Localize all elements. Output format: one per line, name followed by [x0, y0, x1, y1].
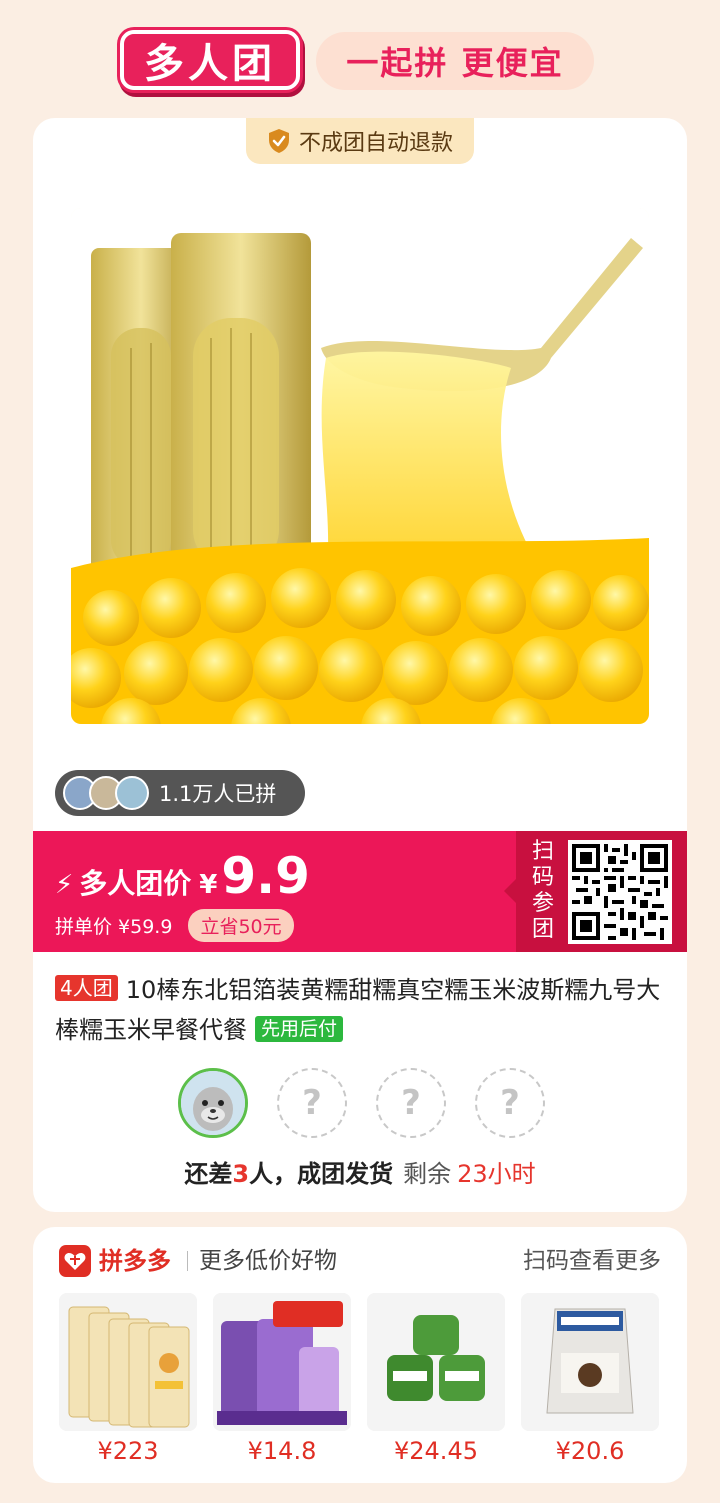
member-avatar [178, 1068, 248, 1138]
group-size-tag: 4人团 [55, 975, 118, 1001]
joined-count: 1.1万人已拼 [159, 782, 277, 806]
goods-price: ¥223 [97, 1437, 159, 1465]
group-price-value: 9.9 [221, 847, 310, 905]
corn-illustration [71, 208, 649, 724]
shield-check-icon [268, 129, 289, 153]
multi-group-logo: 多人团 [120, 30, 300, 90]
scan-notch [504, 879, 516, 903]
single-price-row: 拼单价 ¥59.9 立省50元 [55, 909, 294, 942]
header: 多人团 一起拼 更便宜 [0, 0, 720, 118]
empty-slot: ? [475, 1068, 545, 1138]
seal-avatar-icon [181, 1071, 245, 1135]
remaining-members-count: 3 [232, 1160, 250, 1188]
scan-to-join-label: 扫码参团 [531, 839, 554, 942]
empty-slot: ? [277, 1068, 347, 1138]
empty-slot: ? [376, 1068, 446, 1138]
refund-badge: 不成团自动退款 [246, 118, 474, 164]
goods-item[interactable]: ¥20.6 [521, 1293, 659, 1465]
divider [187, 1251, 188, 1271]
qr-code[interactable] [568, 840, 672, 944]
status-suffix: 人，成团发货 [249, 1160, 394, 1188]
slogan-pill: 一起拼 更便宜 [316, 32, 594, 90]
save-amount-badge: 立省50元 [188, 909, 294, 942]
product-title-text: 10棒东北铝箔装黄糯甜糯真空糯玉米波斯糯九号大棒糯玉米早餐代餐 [55, 976, 661, 1044]
more-goods-subtitle: 更多低价好物 [199, 1248, 337, 1274]
refund-text: 不成团自动退款 [298, 131, 453, 156]
product-image[interactable] [71, 208, 649, 724]
remaining-label: 剩余 [403, 1160, 452, 1188]
pinduoduo-logo-icon [59, 1245, 91, 1277]
scan-to-join[interactable]: 扫码参团 [504, 831, 687, 952]
price-bar: ⚡ 多人团价 ¥ 9.9 拼单价 ¥59.9 立省50元 扫码参团 [33, 831, 687, 952]
qr-code-icon [572, 844, 668, 940]
group-price-label: 多人团价 [79, 867, 192, 900]
brand-name: 拼多多 [99, 1247, 171, 1275]
single-price: 拼单价 ¥59.9 [55, 916, 173, 938]
more-goods-card: 拼多多 更多低价好物 扫码查看更多 ¥223 ¥14.8 ¥24.45 ¥20.… [33, 1227, 687, 1483]
goods-price: ¥14.8 [247, 1437, 317, 1465]
goods-image [521, 1293, 659, 1431]
group-buy-card: 不成团自动退款 1.1万人已拼 ⚡ 多人团价 ¥ 9.9 拼单价 ¥59.9 立… [33, 118, 687, 1212]
goods-item[interactable]: ¥14.8 [213, 1293, 351, 1465]
group-slots: ? ? ? [178, 1068, 545, 1138]
status-prefix: 还差 [184, 1160, 233, 1188]
lightning-icon: ⚡ [55, 870, 74, 900]
goods-item[interactable]: ¥223 [59, 1293, 197, 1465]
goods-item[interactable]: ¥24.45 [367, 1293, 505, 1465]
joined-count-pill: 1.1万人已拼 [55, 770, 305, 816]
goods-list: ¥223 ¥14.8 ¥24.45 ¥20.6 [59, 1293, 659, 1465]
group-price: ⚡ 多人团价 ¥ 9.9 [55, 847, 310, 905]
goods-image [367, 1293, 505, 1431]
goods-price: ¥20.6 [555, 1437, 625, 1465]
goods-price: ¥24.45 [394, 1437, 478, 1465]
goods-image [59, 1293, 197, 1431]
scan-view-more-link[interactable]: 扫码查看更多 [523, 1245, 661, 1277]
joined-avatars [63, 776, 149, 810]
currency-symbol: ¥ [199, 870, 218, 900]
group-status: 还差3人，成团发货 剩余 23小时 [33, 1154, 687, 1189]
avatar [115, 776, 149, 810]
pay-later-tag: 先用后付 [255, 1016, 344, 1042]
product-title[interactable]: 4人团 10棒东北铝箔装黄糯甜糯真空糯玉米波斯糯九号大棒糯玉米早餐代餐 先用后付 [55, 970, 665, 1050]
remaining-time: 23小时 [457, 1160, 536, 1188]
goods-image [213, 1293, 351, 1431]
